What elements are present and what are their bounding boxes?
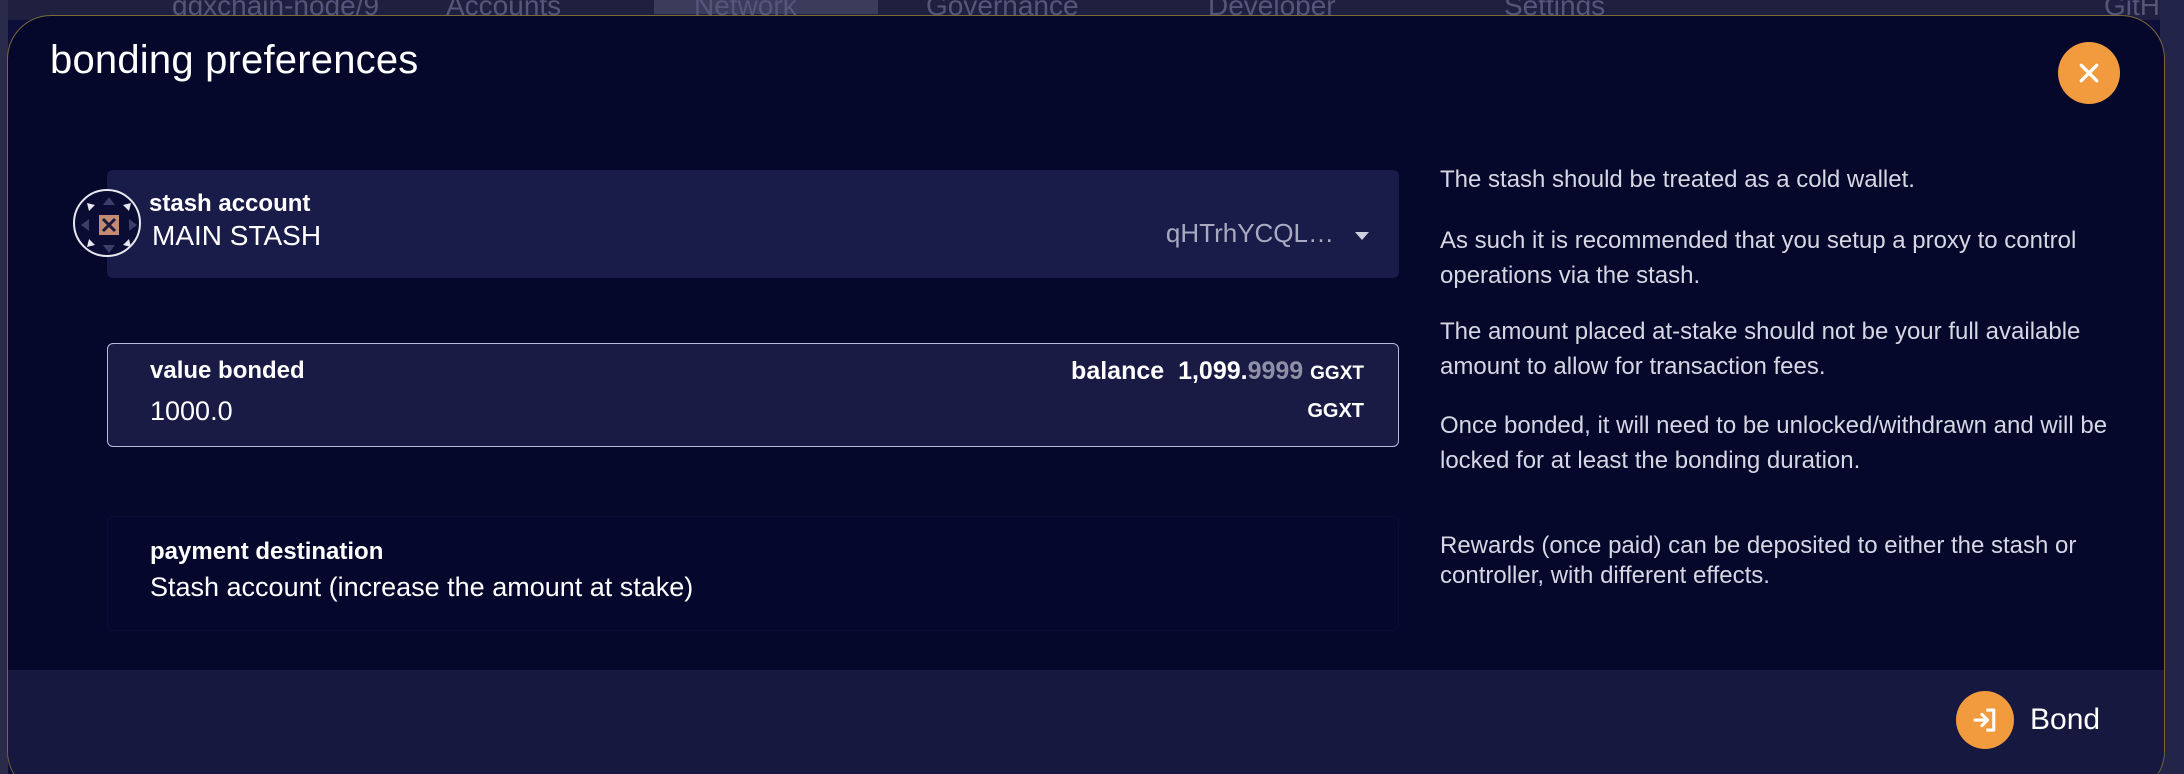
chevron-down-icon[interactable] xyxy=(1355,232,1369,240)
close-button[interactable] xyxy=(2058,42,2120,104)
stash-account-label: stash account xyxy=(149,190,311,217)
help-text-proxy: As such it is recommended that you setup… xyxy=(1440,227,2077,289)
bond-button[interactable]: Bond xyxy=(1956,690,2100,750)
avatar[interactable] xyxy=(73,189,141,257)
help-text-cold-wallet: The stash should be treated as a cold wa… xyxy=(1440,166,1915,193)
payment-destination-dropdown[interactable]: payment destination Stash account (incre… xyxy=(107,516,1399,631)
stash-account-address: qHTrhYCQL… xyxy=(1165,218,1334,248)
payment-destination-label: payment destination xyxy=(150,538,384,565)
help-text-at-stake: The amount placed at-stake should not be… xyxy=(1440,318,2081,380)
value-bonded-input[interactable]: 1000.0 xyxy=(150,396,233,427)
modal-title: bonding preferences xyxy=(50,38,419,82)
value-unit-selector[interactable]: GGXT xyxy=(1307,400,1364,423)
value-bonded-field[interactable]: value bonded 1000.0 balance 1,099.9999 G… xyxy=(107,343,1399,447)
bond-label: Bond xyxy=(2030,703,2101,736)
stash-account-name: MAIN STASH xyxy=(152,220,322,251)
value-bonded-label: value bonded xyxy=(150,357,305,384)
balance-display: balance 1,099.9999 GGXT xyxy=(1071,357,1364,386)
balance-integer: 1,099. xyxy=(1178,357,1248,385)
balance-unit: GGXT xyxy=(1310,363,1364,384)
balance-label: balance xyxy=(1071,357,1165,385)
sign-in-icon xyxy=(1956,691,2014,749)
balance-decimal: 9999 xyxy=(1247,357,1304,385)
stash-account-dropdown[interactable]: stash account MAIN STASH qHTrhYCQL… xyxy=(107,170,1399,278)
payment-destination-value: Stash account (increase the amount at st… xyxy=(150,572,694,602)
help-text-unlock: Once bonded, it will need to be unlocked… xyxy=(1440,412,2108,474)
modal-footer xyxy=(8,670,2164,774)
close-icon xyxy=(2079,63,2099,83)
help-text-rewards: Rewards (once paid) can be deposited to … xyxy=(1440,532,2077,589)
bonding-modal: bonding preferences stash account MAIN S… xyxy=(7,15,2165,774)
